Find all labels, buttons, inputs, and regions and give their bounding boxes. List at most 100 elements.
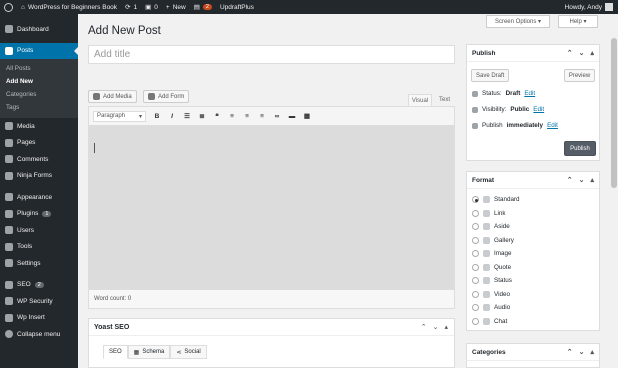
sidebar-item-plugins[interactable]: Plugins 1 — [0, 206, 78, 223]
form-icon — [5, 171, 13, 180]
sidebar-item-seo[interactable]: SEO 2 — [0, 277, 78, 294]
format-option-video[interactable]: Video — [472, 290, 510, 298]
chevron-down-icon[interactable]: ⌄ — [579, 49, 585, 57]
wp-logo-menu[interactable] — [0, 0, 17, 14]
radio-quote[interactable] — [472, 263, 479, 271]
sidebar-item-tools[interactable]: Tools — [0, 239, 78, 256]
add-media-button[interactable]: Add Media — [88, 90, 137, 103]
radio-audio[interactable] — [472, 304, 479, 311]
chevron-up-icon[interactable]: ⌃ — [567, 49, 573, 57]
edit-visibility-link[interactable]: Edit — [533, 106, 544, 113]
sidebar-item-appearance[interactable]: Appearance — [0, 189, 78, 206]
edit-status-link[interactable]: Edit — [524, 90, 535, 97]
format-option-standard[interactable]: Standard — [472, 196, 520, 203]
sidebar-item-wp-insert[interactable]: Wp Insert — [0, 310, 78, 327]
sidebar-item-ninja-forms[interactable]: Ninja Forms — [0, 168, 78, 185]
site-name-link[interactable]: ⌂ WordPress for Beginners Book — [17, 0, 121, 14]
page-scrollbar[interactable] — [610, 14, 618, 368]
help-button[interactable]: Help ▾ — [558, 15, 598, 28]
sidebar-item-users[interactable]: Users — [0, 222, 78, 239]
editor-toolbar: Paragraph ▾ B I ☰ ≣ ❝ ≡ ≡ ≡ ∞ ▬ ▦ — [89, 107, 454, 126]
format-option-status[interactable]: Status — [472, 277, 512, 284]
chevron-up-icon[interactable]: ⌃ — [567, 348, 573, 356]
tab-seo[interactable]: SEO — [103, 345, 128, 359]
numbered-list-icon[interactable]: ≣ — [198, 112, 206, 120]
sidebar-item-posts[interactable]: Posts — [0, 42, 78, 59]
toggle-arrow-icon[interactable]: ▴ — [590, 348, 594, 356]
plugin-icon — [5, 209, 13, 218]
radio-chat[interactable] — [472, 317, 479, 325]
align-right-icon[interactable]: ≡ — [258, 113, 266, 120]
toggle-arrow-icon[interactable]: ▴ — [444, 323, 448, 331]
chevron-up-icon[interactable]: ⌃ — [567, 176, 573, 184]
format-option-gallery[interactable]: Gallery — [472, 236, 514, 244]
page-title: Add New Post — [88, 25, 161, 37]
tab-text[interactable]: Text — [434, 94, 455, 106]
radio-image[interactable] — [472, 250, 479, 257]
sidebar-collapse-menu[interactable]: Collapse menu — [0, 326, 78, 343]
paragraph-format-select[interactable]: Paragraph ▾ — [93, 110, 146, 122]
link-icon[interactable]: ∞ — [273, 113, 281, 120]
align-left-icon[interactable]: ≡ — [228, 113, 236, 120]
format-option-image[interactable]: Image — [472, 250, 512, 257]
blockquote-icon[interactable]: ❝ — [213, 112, 221, 120]
updraftplus-link[interactable]: UpdraftPlus — [216, 0, 258, 14]
tab-schema[interactable]: ▦ Schema — [127, 345, 171, 359]
sidebar-sub-all-posts[interactable]: All Posts — [0, 62, 78, 75]
radio-link[interactable] — [472, 209, 479, 217]
sidebar-sub-add-new[interactable]: Add New — [0, 75, 78, 88]
sidebar-item-dashboard[interactable]: Dashboard — [0, 21, 78, 38]
screen-options-button[interactable]: Screen Options ▾ — [486, 15, 550, 28]
format-option-chat[interactable]: Chat — [472, 317, 507, 325]
radio-aside[interactable] — [472, 223, 479, 230]
add-form-button[interactable]: Add Form — [143, 90, 190, 103]
account-menu[interactable]: Howdy, Andy — [565, 3, 618, 11]
sidebar-item-comments[interactable]: Comments — [0, 151, 78, 168]
publish-button[interactable]: Publish — [564, 141, 596, 156]
align-center-icon[interactable]: ≡ — [243, 113, 251, 120]
radio-status[interactable] — [472, 277, 479, 284]
sidebar-item-wp-security[interactable]: WP Security — [0, 293, 78, 310]
radio-video[interactable] — [472, 290, 479, 298]
sidebar-item-settings[interactable]: Settings — [0, 255, 78, 272]
edit-schedule-link[interactable]: Edit — [547, 122, 558, 129]
sidebar-sub-categories[interactable]: Categories — [0, 88, 78, 101]
chevron-down-icon[interactable]: ⌄ — [579, 176, 585, 184]
toggle-arrow-icon[interactable]: ▴ — [590, 176, 594, 184]
format-option-aside[interactable]: Aside — [472, 223, 510, 230]
new-content-link[interactable]: + New — [162, 0, 190, 14]
post-title-input[interactable] — [88, 45, 455, 64]
radio-gallery[interactable] — [472, 236, 479, 244]
chevron-down-icon[interactable]: ⌄ — [579, 348, 585, 356]
preview-button[interactable]: Preview — [564, 69, 595, 82]
format-option-link[interactable]: Link — [472, 209, 506, 217]
sidebar-item-pages[interactable]: Pages — [0, 135, 78, 152]
radio-standard[interactable] — [472, 196, 479, 203]
chevron-up-icon[interactable]: ⌃ — [421, 323, 427, 331]
bold-icon[interactable]: B — [153, 113, 161, 120]
comments-link[interactable]: ▣ 0 — [141, 0, 162, 14]
save-draft-button[interactable]: Save Draft — [471, 69, 510, 82]
status-row: Status: Draft Edit — [472, 90, 535, 97]
tab-social[interactable]: ⋖ Social — [170, 345, 207, 359]
chevron-down-icon[interactable]: ⌄ — [433, 323, 439, 331]
read-more-icon[interactable]: ▬ — [288, 113, 296, 120]
format-option-audio[interactable]: Audio — [472, 304, 510, 311]
publish-box: Publish ⌃ ⌄ ▴ Save Draft Preview Status: Dr… — [466, 44, 600, 161]
italic-icon[interactable]: I — [168, 113, 176, 120]
collapse-icon — [5, 330, 13, 339]
format-option-quote[interactable]: Quote — [472, 263, 511, 271]
editor-content-area[interactable] — [89, 126, 454, 289]
bullet-list-icon[interactable]: ☰ — [183, 112, 191, 120]
link-icon — [483, 209, 490, 217]
plugin-notice-link[interactable]: ▤ 2 — [190, 0, 216, 14]
avatar — [605, 3, 613, 11]
yoast-box-controls: ⌃ ⌄ ▴ — [421, 323, 448, 331]
sidebar-sub-tags[interactable]: Tags — [0, 101, 78, 114]
sidebar-item-media[interactable]: Media — [0, 118, 78, 135]
toggle-arrow-icon[interactable]: ▴ — [590, 49, 594, 57]
toolbar-toggle-icon[interactable]: ▦ — [303, 112, 311, 120]
tab-visual[interactable]: Visual — [408, 94, 432, 106]
scrollbar-thumb[interactable] — [611, 38, 617, 188]
updates-link[interactable]: ⟳ 1 — [121, 0, 141, 14]
